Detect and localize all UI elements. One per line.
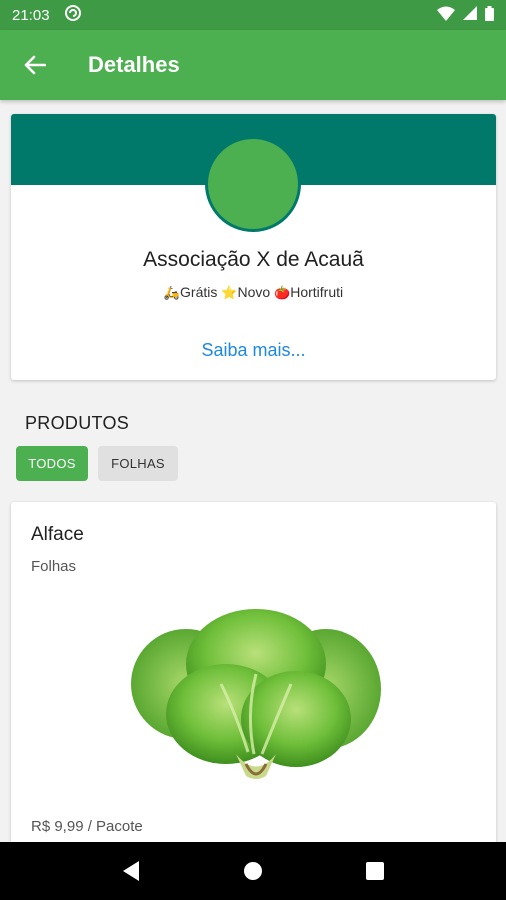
- status-time: 21:03: [12, 6, 50, 24]
- tomato-icon: 🍅: [274, 285, 291, 300]
- store-tags: 🛵Grátis ⭐Novo 🍅Hortifruti: [11, 284, 496, 301]
- star-icon: ⭐: [221, 285, 238, 300]
- store-avatar: [205, 136, 301, 232]
- battery-icon: [485, 5, 494, 25]
- product-name: Alface: [31, 524, 84, 545]
- product-card[interactable]: Alface Folhas R$ 9,99 / Pacote: [11, 502, 496, 862]
- signal-icon: [463, 6, 477, 24]
- wifi-icon: [437, 6, 455, 25]
- lettuce-image: [131, 609, 381, 779]
- products-section-title: PRODUTOS: [25, 413, 130, 433]
- nav-back-button[interactable]: [111, 851, 151, 891]
- back-button[interactable]: [0, 30, 70, 100]
- tag-label-free: Grátis: [180, 284, 218, 300]
- product-category: Folhas: [31, 558, 77, 575]
- scooter-icon: 🛵: [163, 285, 181, 300]
- system-navigation-bar: [0, 842, 506, 900]
- arrow-left-icon: [24, 55, 46, 75]
- tag-label-new: Novo: [237, 284, 271, 300]
- circle-home-icon: [244, 862, 262, 880]
- filter-chip-all[interactable]: TODOS: [16, 446, 88, 481]
- store-card: Associação X de Acauã 🛵Grátis ⭐Novo 🍅Hor…: [11, 114, 496, 380]
- nav-home-button[interactable]: [233, 851, 273, 891]
- store-name: Associação X de Acauã: [143, 248, 364, 271]
- status-bar: 21:03: [0, 0, 506, 30]
- product-price: R$ 9,99 / Pacote: [31, 818, 143, 835]
- triangle-back-icon: [123, 861, 139, 881]
- filter-chip-leaves[interactable]: FOLHAS: [98, 446, 178, 481]
- notification-icon: [64, 4, 82, 26]
- square-recents-icon: [366, 862, 384, 880]
- page-title: Detalhes: [88, 52, 180, 77]
- nav-recents-button[interactable]: [355, 851, 395, 891]
- tag-label-category: Hortifruti: [290, 284, 344, 300]
- more-info-link[interactable]: Saiba mais...: [11, 340, 496, 361]
- app-bar: Detalhes: [0, 30, 506, 100]
